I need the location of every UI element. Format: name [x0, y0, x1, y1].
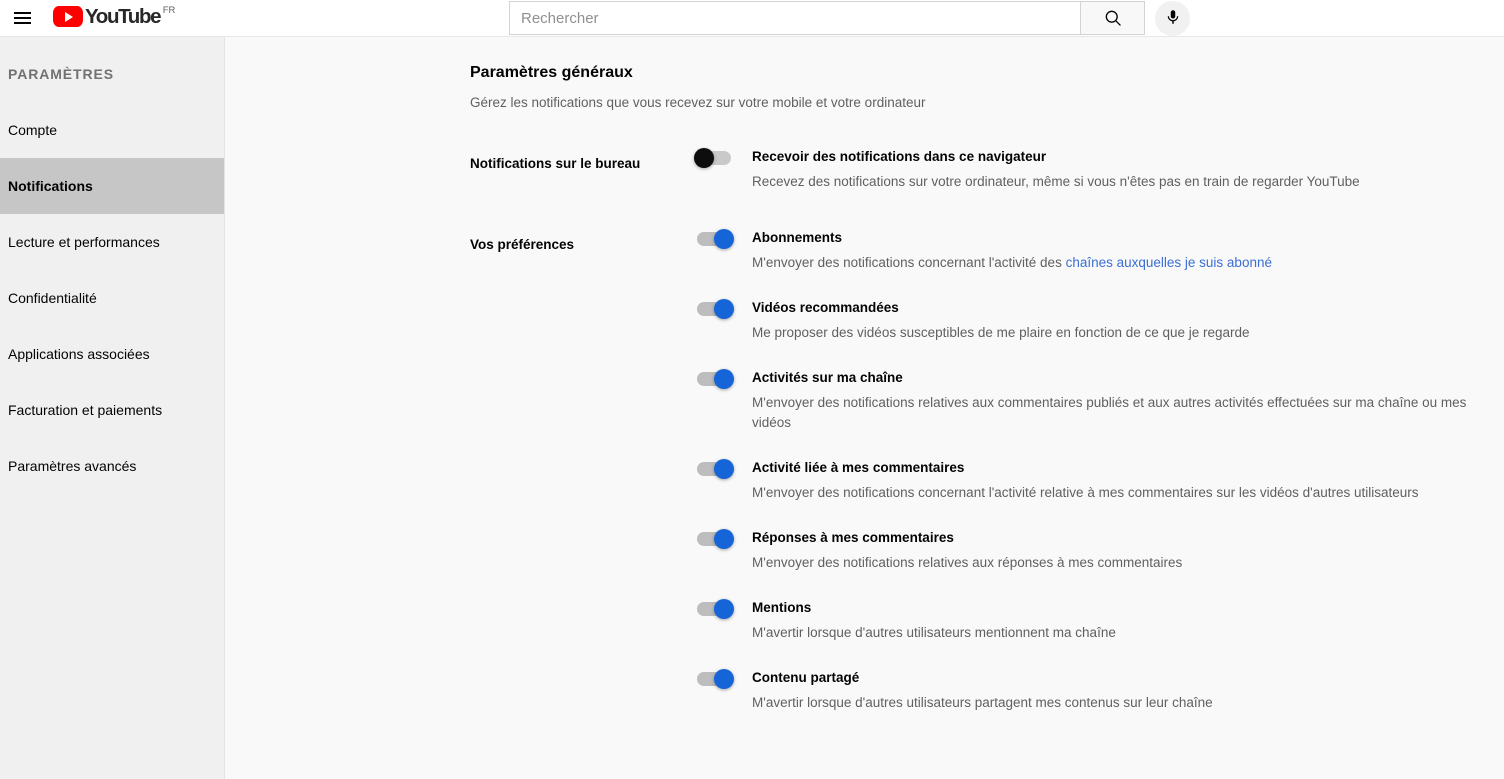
- toggle-browser-notifications[interactable]: [694, 148, 734, 168]
- toggle-abonnements[interactable]: [694, 229, 734, 249]
- guide-menu-button[interactable]: [6, 2, 38, 34]
- sidebar-item-parametres-avances[interactable]: Paramètres avancés: [0, 438, 224, 494]
- preference-description: M'envoyer des notifications concernant l…: [752, 253, 1272, 273]
- toggle-knob: [714, 459, 734, 479]
- section-your-preferences: Vos préférences Abonnements M'envoyer de…: [470, 229, 1504, 713]
- preference-row-activite-liee-a-mes-commentaires: Activité liée à mes commentaires M'envoy…: [694, 459, 1504, 503]
- page-subtitle: Gérez les notifications que vous recevez…: [470, 95, 926, 110]
- sidebar-item-label: Facturation et paiements: [8, 402, 163, 418]
- sidebar-item-label: Lecture et performances: [8, 234, 160, 250]
- section-body: Recevoir des notifications dans ce navig…: [694, 148, 1504, 192]
- toggle-mentions[interactable]: [694, 599, 734, 619]
- preference-title: Abonnements: [752, 230, 843, 245]
- toggle-knob: [714, 369, 734, 389]
- preference-row-abonnements: Abonnements M'envoyer des notifications …: [694, 229, 1504, 273]
- search-icon: [1103, 8, 1123, 28]
- preference-row-contenu-partage: Contenu partagé M'avertir lorsque d'autr…: [694, 669, 1504, 713]
- section-label: Notifications sur le bureau: [470, 156, 641, 171]
- sidebar-item-confidentialite[interactable]: Confidentialité: [0, 270, 224, 326]
- settings-sidebar: PARAMÈTRES Compte Notifications Lecture …: [0, 37, 225, 779]
- sidebar-item-notifications[interactable]: Notifications: [0, 158, 224, 214]
- sidebar-item-label: Notifications: [8, 178, 93, 194]
- hamburger-menu-icon: [13, 12, 31, 24]
- preference-text: Vidéos recommandées Me proposer des vidé…: [734, 299, 1250, 343]
- sidebar-item-facturation-et-paiements[interactable]: Facturation et paiements: [0, 382, 224, 438]
- preference-description: Recevez des notifications sur votre ordi…: [752, 174, 1360, 189]
- toggle-activites-sur-ma-chaine[interactable]: [694, 369, 734, 389]
- toggle-knob: [714, 529, 734, 549]
- preference-description: M'envoyer des notifications concernant l…: [752, 485, 1419, 500]
- toggle-contenu-partage[interactable]: [694, 669, 734, 689]
- preference-title: Contenu partagé: [752, 670, 860, 685]
- preference-title: Mentions: [752, 600, 812, 615]
- preference-text: Réponses à mes commentaires M'envoyer de…: [734, 529, 1182, 573]
- logo-country-code: FR: [162, 5, 176, 16]
- page-title: Paramètres généraux: [470, 64, 633, 81]
- section-desktop-notifications: Notifications sur le bureau Recevoir des…: [470, 148, 1504, 192]
- logo-wordmark: YouTube: [85, 5, 162, 28]
- search-form: [509, 1, 1145, 35]
- youtube-logo[interactable]: YouTube FR: [53, 4, 175, 32]
- preference-text: Contenu partagé M'avertir lorsque d'autr…: [734, 669, 1213, 713]
- section-body: Abonnements M'envoyer des notifications …: [694, 229, 1504, 713]
- preference-description: Me proposer des vidéos susceptibles de m…: [752, 325, 1250, 340]
- preference-title: Recevoir des notifications dans ce navig…: [752, 149, 1047, 164]
- sidebar-item-label: Confidentialité: [8, 290, 97, 306]
- toggle-knob: [714, 599, 734, 619]
- voice-search-button[interactable]: [1155, 1, 1190, 36]
- sidebar-title: PARAMÈTRES: [8, 66, 114, 82]
- section-label: Vos préférences: [470, 237, 575, 252]
- search-input[interactable]: [509, 1, 1080, 35]
- sidebar-item-compte[interactable]: Compte: [0, 102, 224, 158]
- preference-description: M'avertir lorsque d'autres utilisateurs …: [752, 695, 1213, 710]
- masthead: YouTube FR: [0, 0, 1504, 37]
- preference-text: Activité liée à mes commentaires M'envoy…: [734, 459, 1419, 503]
- preference-description-text: M'envoyer des notifications concernant l…: [752, 255, 1066, 270]
- preference-row-browser-notifications: Recevoir des notifications dans ce navig…: [694, 148, 1504, 192]
- preference-row-videos-recommandees: Vidéos recommandées Me proposer des vidé…: [694, 299, 1504, 343]
- preference-title: Réponses à mes commentaires: [752, 530, 954, 545]
- preference-row-activites-sur-ma-chaine: Activités sur ma chaîne M'envoyer des no…: [694, 369, 1504, 433]
- youtube-play-icon: [53, 6, 83, 27]
- sidebar-item-label: Applications associées: [8, 346, 150, 362]
- toggle-videos-recommandees[interactable]: [694, 299, 734, 319]
- toggle-knob: [714, 669, 734, 689]
- toggle-reponses-a-mes-commentaires[interactable]: [694, 529, 734, 549]
- preference-text: Activités sur ma chaîne M'envoyer des no…: [734, 369, 1482, 433]
- preference-title: Activités sur ma chaîne: [752, 370, 903, 385]
- sidebar-item-lecture-et-performances[interactable]: Lecture et performances: [0, 214, 224, 270]
- preference-description: M'avertir lorsque d'autres utilisateurs …: [752, 625, 1116, 640]
- page-body: PARAMÈTRES Compte Notifications Lecture …: [0, 37, 1504, 779]
- sidebar-item-label: Paramètres avancés: [8, 458, 137, 474]
- preference-row-mentions: Mentions M'avertir lorsque d'autres util…: [694, 599, 1504, 643]
- preference-title: Vidéos recommandées: [752, 300, 899, 315]
- toggle-knob: [694, 148, 714, 168]
- toggle-activite-liee-a-mes-commentaires[interactable]: [694, 459, 734, 479]
- microphone-icon: [1164, 8, 1182, 29]
- preference-description: M'envoyer des notifications relatives au…: [752, 395, 1467, 430]
- subscribed-channels-link[interactable]: chaînes auxquelles je suis abonné: [1066, 255, 1272, 270]
- search-button[interactable]: [1080, 1, 1145, 35]
- preference-title: Activité liée à mes commentaires: [752, 460, 965, 475]
- preference-text: Abonnements M'envoyer des notifications …: [734, 229, 1272, 273]
- preference-text: Mentions M'avertir lorsque d'autres util…: [734, 599, 1116, 643]
- preference-row-reponses-a-mes-commentaires: Réponses à mes commentaires M'envoyer de…: [694, 529, 1504, 573]
- settings-content: Paramètres généraux Gérez les notificati…: [470, 37, 1504, 713]
- sidebar-item-applications-associees[interactable]: Applications associées: [0, 326, 224, 382]
- toggle-knob: [714, 229, 734, 249]
- preference-description: M'envoyer des notifications relatives au…: [752, 555, 1183, 570]
- settings-main: Paramètres généraux Gérez les notificati…: [225, 37, 1504, 779]
- sidebar-item-label: Compte: [8, 122, 58, 138]
- toggle-knob: [714, 299, 734, 319]
- sidebar-list: Compte Notifications Lecture et performa…: [0, 102, 224, 494]
- preference-text: Recevoir des notifications dans ce navig…: [734, 148, 1360, 192]
